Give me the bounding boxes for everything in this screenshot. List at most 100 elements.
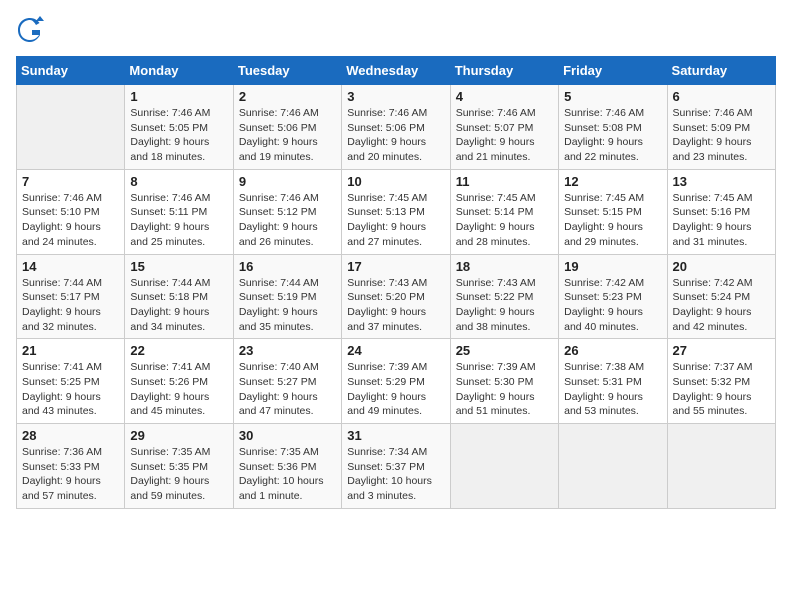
calendar-table: SundayMondayTuesdayWednesdayThursdayFrid… xyxy=(16,56,776,509)
logo xyxy=(16,16,48,44)
calendar-cell xyxy=(667,424,775,509)
day-info: Sunrise: 7:42 AM Sunset: 5:24 PM Dayligh… xyxy=(673,276,770,335)
calendar-cell: 15 Sunrise: 7:44 AM Sunset: 5:18 PM Dayli… xyxy=(125,254,233,339)
day-number: 23 xyxy=(239,343,336,358)
day-info: Sunrise: 7:45 AM Sunset: 5:13 PM Dayligh… xyxy=(347,191,444,250)
day-number: 31 xyxy=(347,428,444,443)
day-number: 5 xyxy=(564,89,661,104)
day-of-week-header: Monday xyxy=(125,57,233,85)
day-number: 3 xyxy=(347,89,444,104)
page-header xyxy=(16,16,776,44)
calendar-cell: 24Sunrise: 7:39 AM Sunset: 5:29 PM Dayli… xyxy=(342,339,450,424)
calendar-cell: 12Sunrise: 7:45 AM Sunset: 5:15 PM Dayli… xyxy=(559,169,667,254)
day-info: Sunrise: 7:44 AM Sunset: 5:18 PM Dayligh… xyxy=(130,276,227,335)
day-number: 7 xyxy=(22,174,119,189)
calendar-cell: 29 Sunrise: 7:35 AM Sunset: 5:35 PM Dayli… xyxy=(125,424,233,509)
day-info: Sunrise: 7:45 AM Sunset: 5:16 PM Dayligh… xyxy=(673,191,770,250)
calendar-cell: 26 Sunrise: 7:38 AM Sunset: 5:31 PM Dayli… xyxy=(559,339,667,424)
calendar-cell: 28 Sunrise: 7:36 AM Sunset: 5:33 PM Dayli… xyxy=(17,424,125,509)
calendar-cell: 2 Sunrise: 7:46 AM Sunset: 5:06 PM Daylig… xyxy=(233,85,341,170)
day-of-week-header: Friday xyxy=(559,57,667,85)
day-info: Sunrise: 7:39 AM Sunset: 5:29 PM Dayligh… xyxy=(347,360,444,419)
day-info: Sunrise: 7:46 AM Sunset: 5:05 PM Dayligh… xyxy=(130,106,227,165)
day-of-week-header: Wednesday xyxy=(342,57,450,85)
day-info: Sunrise: 7:35 AM Sunset: 5:36 PM Dayligh… xyxy=(239,445,336,504)
day-info: Sunrise: 7:41 AM Sunset: 5:25 PM Dayligh… xyxy=(22,360,119,419)
day-number: 1 xyxy=(130,89,227,104)
day-number: 25 xyxy=(456,343,553,358)
day-info: Sunrise: 7:46 AM Sunset: 5:06 PM Dayligh… xyxy=(239,106,336,165)
calendar-cell: 4 Sunrise: 7:46 AM Sunset: 5:07 PM Daylig… xyxy=(450,85,558,170)
day-info: Sunrise: 7:39 AM Sunset: 5:30 PM Dayligh… xyxy=(456,360,553,419)
day-number: 17 xyxy=(347,259,444,274)
day-number: 20 xyxy=(673,259,770,274)
calendar-cell: 10Sunrise: 7:45 AM Sunset: 5:13 PM Dayli… xyxy=(342,169,450,254)
day-info: Sunrise: 7:44 AM Sunset: 5:17 PM Dayligh… xyxy=(22,276,119,335)
day-number: 28 xyxy=(22,428,119,443)
calendar-cell: 8 Sunrise: 7:46 AM Sunset: 5:11 PM Daylig… xyxy=(125,169,233,254)
calendar-cell xyxy=(450,424,558,509)
day-number: 4 xyxy=(456,89,553,104)
logo-icon xyxy=(16,16,44,44)
day-number: 2 xyxy=(239,89,336,104)
day-number: 8 xyxy=(130,174,227,189)
day-info: Sunrise: 7:38 AM Sunset: 5:31 PM Dayligh… xyxy=(564,360,661,419)
day-number: 29 xyxy=(130,428,227,443)
day-number: 26 xyxy=(564,343,661,358)
day-info: Sunrise: 7:34 AM Sunset: 5:37 PM Dayligh… xyxy=(347,445,444,504)
calendar-cell: 19 Sunrise: 7:42 AM Sunset: 5:23 PM Dayli… xyxy=(559,254,667,339)
day-info: Sunrise: 7:46 AM Sunset: 5:11 PM Dayligh… xyxy=(130,191,227,250)
calendar-cell: 1 Sunrise: 7:46 AM Sunset: 5:05 PM Daylig… xyxy=(125,85,233,170)
day-number: 27 xyxy=(673,343,770,358)
day-info: Sunrise: 7:46 AM Sunset: 5:08 PM Dayligh… xyxy=(564,106,661,165)
day-number: 30 xyxy=(239,428,336,443)
day-number: 21 xyxy=(22,343,119,358)
day-info: Sunrise: 7:35 AM Sunset: 5:35 PM Dayligh… xyxy=(130,445,227,504)
day-number: 19 xyxy=(564,259,661,274)
day-number: 9 xyxy=(239,174,336,189)
calendar-cell: 20 Sunrise: 7:42 AM Sunset: 5:24 PM Dayli… xyxy=(667,254,775,339)
calendar-cell: 23 Sunrise: 7:40 AM Sunset: 5:27 PM Dayli… xyxy=(233,339,341,424)
calendar-cell: 31 Sunrise: 7:34 AM Sunset: 5:37 PM Dayli… xyxy=(342,424,450,509)
day-info: Sunrise: 7:41 AM Sunset: 5:26 PM Dayligh… xyxy=(130,360,227,419)
calendar-cell: 22Sunrise: 7:41 AM Sunset: 5:26 PM Dayli… xyxy=(125,339,233,424)
day-number: 13 xyxy=(673,174,770,189)
day-number: 11 xyxy=(456,174,553,189)
day-number: 16 xyxy=(239,259,336,274)
day-info: Sunrise: 7:40 AM Sunset: 5:27 PM Dayligh… xyxy=(239,360,336,419)
calendar-cell: 5 Sunrise: 7:46 AM Sunset: 5:08 PM Daylig… xyxy=(559,85,667,170)
calendar-cell xyxy=(559,424,667,509)
day-info: Sunrise: 7:44 AM Sunset: 5:19 PM Dayligh… xyxy=(239,276,336,335)
calendar-cell: 7 Sunrise: 7:46 AM Sunset: 5:10 PM Daylig… xyxy=(17,169,125,254)
day-of-week-header: Sunday xyxy=(17,57,125,85)
day-info: Sunrise: 7:46 AM Sunset: 5:09 PM Dayligh… xyxy=(673,106,770,165)
day-of-week-header: Saturday xyxy=(667,57,775,85)
calendar-cell: 18 Sunrise: 7:43 AM Sunset: 5:22 PM Dayli… xyxy=(450,254,558,339)
calendar-cell: 3 Sunrise: 7:46 AM Sunset: 5:06 PM Daylig… xyxy=(342,85,450,170)
calendar-cell: 30 Sunrise: 7:35 AM Sunset: 5:36 PM Dayli… xyxy=(233,424,341,509)
day-info: Sunrise: 7:37 AM Sunset: 5:32 PM Dayligh… xyxy=(673,360,770,419)
calendar-cell: 13 Sunrise: 7:45 AM Sunset: 5:16 PM Dayli… xyxy=(667,169,775,254)
day-of-week-header: Thursday xyxy=(450,57,558,85)
day-info: Sunrise: 7:46 AM Sunset: 5:07 PM Dayligh… xyxy=(456,106,553,165)
calendar-cell: 27 Sunrise: 7:37 AM Sunset: 5:32 PM Dayli… xyxy=(667,339,775,424)
calendar-cell xyxy=(17,85,125,170)
day-number: 14 xyxy=(22,259,119,274)
day-info: Sunrise: 7:42 AM Sunset: 5:23 PM Dayligh… xyxy=(564,276,661,335)
day-info: Sunrise: 7:36 AM Sunset: 5:33 PM Dayligh… xyxy=(22,445,119,504)
calendar-cell: 25 Sunrise: 7:39 AM Sunset: 5:30 PM Dayli… xyxy=(450,339,558,424)
day-info: Sunrise: 7:46 AM Sunset: 5:12 PM Dayligh… xyxy=(239,191,336,250)
calendar-cell: 17Sunrise: 7:43 AM Sunset: 5:20 PM Dayli… xyxy=(342,254,450,339)
calendar-cell: 6 Sunrise: 7:46 AM Sunset: 5:09 PM Daylig… xyxy=(667,85,775,170)
day-info: Sunrise: 7:46 AM Sunset: 5:06 PM Dayligh… xyxy=(347,106,444,165)
day-number: 15 xyxy=(130,259,227,274)
calendar-cell: 16 Sunrise: 7:44 AM Sunset: 5:19 PM Dayli… xyxy=(233,254,341,339)
day-info: Sunrise: 7:43 AM Sunset: 5:22 PM Dayligh… xyxy=(456,276,553,335)
calendar-cell: 11 Sunrise: 7:45 AM Sunset: 5:14 PM Dayli… xyxy=(450,169,558,254)
day-info: Sunrise: 7:45 AM Sunset: 5:14 PM Dayligh… xyxy=(456,191,553,250)
day-number: 6 xyxy=(673,89,770,104)
calendar-cell: 21 Sunrise: 7:41 AM Sunset: 5:25 PM Dayli… xyxy=(17,339,125,424)
day-info: Sunrise: 7:46 AM Sunset: 5:10 PM Dayligh… xyxy=(22,191,119,250)
day-number: 12 xyxy=(564,174,661,189)
day-number: 18 xyxy=(456,259,553,274)
